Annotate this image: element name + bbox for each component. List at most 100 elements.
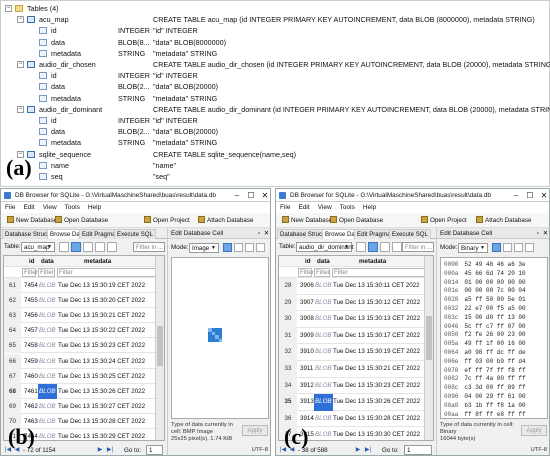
- collapse-toggle-icon[interactable]: −: [17, 16, 24, 24]
- row-number[interactable]: 28: [279, 278, 297, 295]
- undock-icon[interactable]: ▫: [537, 228, 539, 239]
- cell-data[interactable]: BLOB: [314, 295, 333, 312]
- collapse-toggle-icon[interactable]: −: [17, 61, 24, 68]
- auto-switch-icon[interactable]: [223, 243, 232, 252]
- row-number[interactable]: 63: [4, 308, 21, 324]
- cell-data[interactable]: BLOB: [314, 311, 333, 328]
- row-number[interactable]: 69: [4, 398, 21, 414]
- menu-tools[interactable]: Tools: [65, 204, 80, 211]
- cell-id[interactable]: 7456: [24, 308, 38, 323]
- tree-row[interactable]: − audio_dir_chosen CREATE TABLE audio_dir_…: [1, 59, 550, 70]
- menu-help[interactable]: Help: [363, 204, 376, 211]
- cell-id[interactable]: 7455: [24, 293, 38, 308]
- cell-data[interactable]: BLOB: [314, 361, 333, 378]
- table-row[interactable]: 33 3911 BLOB Tue Dec 13 15:30:21 CET 2022: [279, 361, 426, 378]
- cell-metadata[interactable]: Tue Dec 13 15:30:11 CET 2022: [333, 278, 420, 295]
- tree-row[interactable]: id INTEGER "id" INTEGER: [1, 25, 550, 36]
- cell-id[interactable]: 7459: [24, 354, 38, 369]
- clear-filters-icon[interactable]: [71, 242, 81, 252]
- table-row[interactable]: 67 7460 BLOB Tue Dec 13 15:30:25 CET 2022: [4, 368, 157, 384]
- table-row[interactable]: 35 3913 BLOB Tue Dec 13 15:30:26 CET 2022: [279, 394, 426, 411]
- cell-metadata[interactable]: Tue Dec 13 15:30:12 CET 2022: [333, 295, 420, 312]
- row-number[interactable]: 35: [279, 394, 297, 411]
- cell-data[interactable]: BLOB: [314, 394, 333, 411]
- apply-button[interactable]: Apply: [521, 425, 547, 436]
- cell-metadata[interactable]: Tue Dec 13 15:30:13 CET 2022: [333, 311, 420, 328]
- global-filter-input[interactable]: Filter in ...: [402, 242, 434, 252]
- cell-id[interactable]: 3909: [300, 328, 314, 345]
- table-row[interactable]: 29 3907 BLOB Tue Dec 13 15:30:12 CET 2022: [279, 294, 426, 312]
- print-icon[interactable]: [95, 242, 105, 252]
- cell-data[interactable]: BLOB: [314, 278, 333, 295]
- cell-metadata[interactable]: Tue Dec 13 15:30:27 CET 2022: [58, 399, 145, 414]
- table-row[interactable]: 68 7461 BLOB Tue Dec 13 15:30:26 CET 2022: [4, 383, 157, 399]
- close-icon[interactable]: ✕: [264, 228, 269, 239]
- cell-data[interactable]: BLOB: [38, 323, 57, 338]
- tree-row[interactable]: id INTEGER "id" INTEGER: [1, 115, 550, 126]
- clear-filters-icon[interactable]: [368, 242, 378, 252]
- open-database-button[interactable]: Open Database: [328, 215, 385, 226]
- tree-row[interactable]: − audio_dir_dominant CREATE TABLE audio_di…: [1, 104, 550, 115]
- menu-view[interactable]: View: [318, 204, 332, 211]
- open-project-button[interactable]: Open Project: [419, 215, 469, 226]
- null-icon[interactable]: [525, 243, 534, 252]
- minimize-icon[interactable]: –: [509, 189, 523, 202]
- cell-data[interactable]: BLOB: [38, 338, 57, 353]
- tree-row[interactable]: metadata STRING "metadata" STRING: [1, 93, 550, 104]
- menu-file[interactable]: File: [280, 204, 290, 211]
- tree-row[interactable]: seq "seq": [1, 171, 550, 182]
- tree-row[interactable]: metadata STRING "metadata" STRING: [1, 137, 550, 148]
- cell-id[interactable]: 3913: [300, 394, 314, 411]
- tree-row[interactable]: − acu_map CREATE TABLE acu_map (id INTEGER…: [1, 14, 550, 25]
- close-icon[interactable]: ✕: [543, 228, 548, 239]
- row-number[interactable]: 30: [279, 311, 297, 328]
- filter-input-id[interactable]: Filter: [298, 268, 314, 277]
- row-number[interactable]: 67: [4, 368, 21, 384]
- column-header-metadata[interactable]: metadata: [359, 256, 386, 267]
- tree-row[interactable]: data BLOB(2... "data" BLOB(20000): [1, 126, 550, 137]
- filter-input-metadata[interactable]: Filter: [332, 268, 425, 277]
- filter-input-id[interactable]: Filter: [22, 268, 38, 277]
- cell-data[interactable]: BLOB: [38, 354, 57, 369]
- table-select[interactable]: acu_map ▼: [21, 242, 55, 252]
- tree-row[interactable]: − sqlite_sequence CREATE TABLE sqlite_sequ…: [1, 149, 550, 160]
- tree-row[interactable]: data BLOB(8... "data" BLOB(8000000): [1, 37, 550, 48]
- cell-data[interactable]: BLOB: [38, 399, 57, 414]
- table-select[interactable]: audio_dir_dominant ▼: [296, 242, 353, 252]
- row-number[interactable]: 34: [279, 377, 297, 395]
- null-icon[interactable]: [256, 243, 265, 252]
- table-row[interactable]: 65 7458 BLOB Tue Dec 13 15:30:23 CET 2022: [4, 338, 157, 354]
- next-page-icon[interactable]: ▶: [96, 446, 104, 454]
- table-row[interactable]: 61 7454 BLOB Tue Dec 13 15:30:19 CET 2022: [4, 278, 157, 294]
- tree-row[interactable]: metadata STRING "metadata" STRING: [1, 48, 550, 59]
- cell-metadata[interactable]: Tue Dec 13 15:30:25 CET 2022: [58, 369, 145, 384]
- new-database-button[interactable]: New Database: [5, 215, 59, 226]
- cell-data[interactable]: BLOB: [314, 411, 333, 428]
- table-row[interactable]: 28 3906 BLOB Tue Dec 13 15:30:11 CET 2022: [279, 278, 426, 295]
- cell-data[interactable]: BLOB: [314, 378, 333, 395]
- menu-file[interactable]: File: [5, 204, 15, 211]
- last-page-icon[interactable]: ▶|: [364, 446, 372, 454]
- new-database-button[interactable]: New Database: [280, 215, 334, 226]
- cell-metadata[interactable]: Tue Dec 13 15:30:23 CET 2022: [58, 338, 145, 353]
- column-header-data[interactable]: data: [317, 256, 330, 267]
- menu-edit[interactable]: Edit: [23, 204, 34, 211]
- close-icon[interactable]: ✕: [537, 189, 549, 202]
- tree-row[interactable]: id INTEGER "id" INTEGER: [1, 70, 550, 81]
- cell-id[interactable]: 3907: [300, 295, 314, 312]
- global-filter-input[interactable]: Filter in ...: [133, 242, 165, 252]
- row-number[interactable]: 64: [4, 323, 21, 339]
- scrollbar-thumb[interactable]: [426, 316, 432, 360]
- table-row[interactable]: 63 7456 BLOB Tue Dec 13 15:30:21 CET 2022: [4, 308, 157, 324]
- menu-view[interactable]: View: [43, 204, 57, 211]
- export-icon[interactable]: [514, 243, 523, 252]
- scrollbar-thumb[interactable]: [157, 326, 163, 366]
- menu-help[interactable]: Help: [88, 204, 101, 211]
- grid-scrollbar[interactable]: [424, 256, 433, 440]
- cell-data[interactable]: BLOB: [38, 278, 57, 293]
- cell-metadata[interactable]: Tue Dec 13 15:30:26 CET 2022: [58, 384, 145, 399]
- cell-metadata[interactable]: Tue Dec 13 15:30:28 CET 2022: [333, 411, 420, 428]
- row-number[interactable]: 65: [4, 338, 21, 354]
- cell-data[interactable]: BLOB: [314, 344, 333, 361]
- cell-id[interactable]: 3910: [300, 344, 314, 361]
